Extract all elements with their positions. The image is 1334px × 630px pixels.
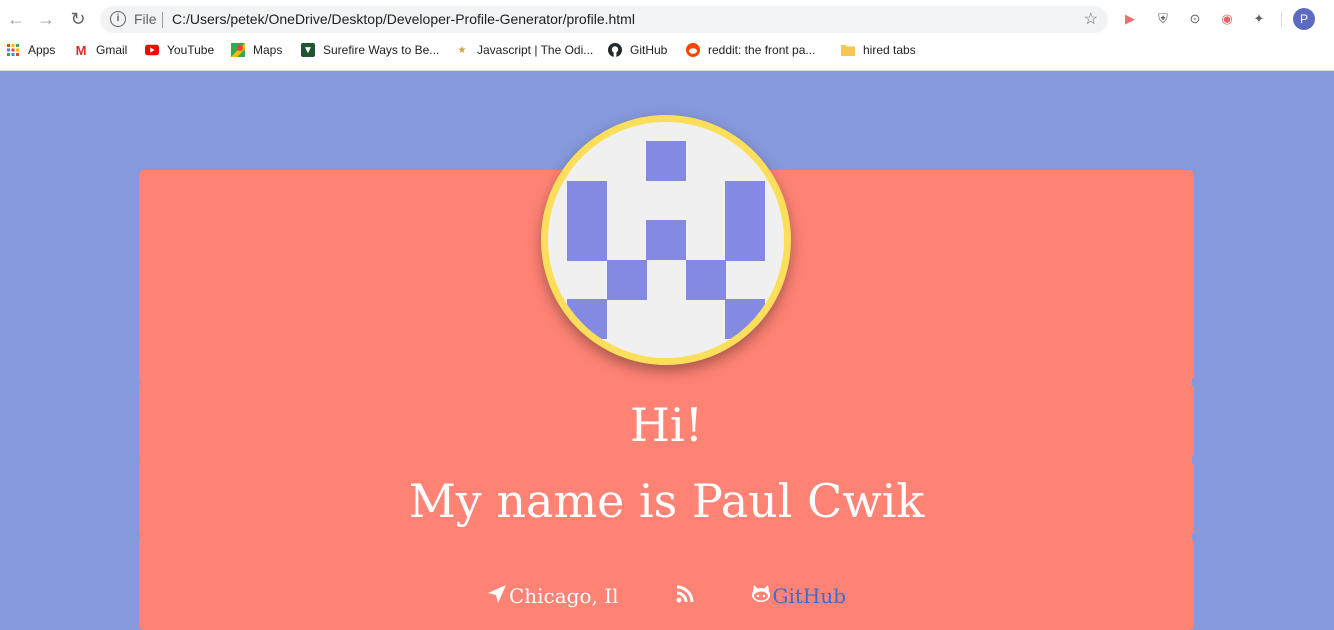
- name-heading: My name is Paul Cwik: [408, 474, 925, 528]
- forward-icon[interactable]: →: [34, 7, 58, 31]
- bookmark-surefire[interactable]: ▼ Surefire Ways to Be...: [301, 40, 439, 60]
- github-label: GitHub: [772, 584, 847, 608]
- address-bar[interactable]: i File C:/Users/petek/OneDrive/Desktop/D…: [100, 6, 1108, 33]
- github-octocat-icon: [751, 584, 771, 608]
- browser-toolbar: ← → ↻ i File C:/Users/petek/OneDrive/Des…: [0, 0, 1334, 38]
- github-icon: [608, 43, 622, 57]
- card-divider: [137, 456, 140, 464]
- bookmark-label: GitHub: [630, 43, 668, 57]
- bookmark-label: reddit: the front pa...: [708, 43, 816, 57]
- card-divider: [1192, 456, 1195, 464]
- bookmark-label: Apps: [28, 43, 56, 57]
- gmail-icon: M: [75, 42, 87, 58]
- bookmark-odin[interactable]: ★ Javascript | The Odi...: [455, 40, 594, 60]
- bookmark-label: hired tabs: [863, 43, 916, 57]
- bookmark-gmail[interactable]: M Gmail: [74, 40, 128, 60]
- identicon-block: [567, 299, 607, 339]
- rss-link[interactable]: [675, 584, 695, 609]
- url-text[interactable]: C:/Users/petek/OneDrive/Desktop/Develope…: [172, 11, 635, 27]
- bookmark-apps[interactable]: Apps: [6, 40, 55, 60]
- bookmark-label: Javascript | The Odi...: [477, 43, 594, 57]
- card-divider: [1192, 533, 1195, 541]
- profile-links: Chicago, Il GitHub: [139, 582, 1194, 610]
- identicon-block: [567, 181, 607, 261]
- bookmark-youtube[interactable]: YouTube: [145, 40, 214, 60]
- github-link[interactable]: GitHub: [751, 584, 847, 608]
- reload-icon[interactable]: ↻: [66, 7, 90, 31]
- profile-identicon: [548, 122, 784, 358]
- bookmark-reddit[interactable]: reddit: the front pa...: [686, 40, 815, 60]
- surefire-icon: ▼: [301, 43, 315, 57]
- info-icon[interactable]: i: [110, 11, 126, 27]
- youtube-icon: [145, 43, 159, 57]
- card-divider: [137, 533, 140, 541]
- location-label: Chicago, Il: [508, 584, 619, 608]
- identicon-block: [646, 220, 686, 260]
- location-link[interactable]: Chicago, Il: [487, 584, 619, 609]
- toolbar-separator: [1281, 11, 1282, 27]
- greeting-heading: Hi!: [629, 398, 704, 452]
- extension-shield-icon[interactable]: ⛨: [1154, 10, 1172, 28]
- reddit-icon: [686, 43, 700, 57]
- browser-chrome: ← → ↻ i File C:/Users/petek/OneDrive/Des…: [0, 0, 1334, 71]
- extension-code-icon[interactable]: ⊙: [1186, 10, 1204, 28]
- bookmarks-bar: Apps M Gmail YouTube Maps ▼ Surefire Way…: [0, 40, 1334, 62]
- identicon-block: [725, 181, 765, 261]
- odin-icon: ★: [457, 44, 467, 56]
- bookmark-label: Surefire Ways to Be...: [323, 43, 440, 57]
- location-arrow-icon: [487, 584, 507, 609]
- bookmark-label: Maps: [253, 43, 283, 57]
- card-divider: [1192, 378, 1195, 386]
- bookmark-github[interactable]: GitHub: [608, 40, 667, 60]
- extension-bug-icon[interactable]: ✦: [1250, 10, 1268, 28]
- card-divider: [137, 378, 140, 386]
- identicon-block: [646, 141, 686, 181]
- identicon-block: [607, 260, 647, 300]
- bookmark-label: YouTube: [167, 43, 215, 57]
- bookmark-star-icon[interactable]: ☆: [1084, 9, 1098, 29]
- extension-cat-icon[interactable]: ◉: [1218, 10, 1236, 28]
- bookmark-label: Gmail: [96, 43, 128, 57]
- identicon-block: [686, 260, 726, 300]
- scheme-label: File: [134, 11, 157, 27]
- maps-icon: [231, 43, 245, 57]
- profile-avatar[interactable]: P: [1293, 8, 1315, 30]
- extension-cast-icon[interactable]: ▶: [1121, 10, 1139, 28]
- bookmark-hired-tabs[interactable]: hired tabs: [841, 40, 916, 60]
- identicon-block: [725, 299, 765, 339]
- folder-icon: [841, 43, 855, 57]
- address-separator: [162, 12, 163, 28]
- back-icon[interactable]: ←: [4, 7, 28, 31]
- rss-icon: [675, 584, 695, 609]
- apps-grid-icon: [6, 43, 20, 57]
- bookmark-maps[interactable]: Maps: [231, 40, 282, 60]
